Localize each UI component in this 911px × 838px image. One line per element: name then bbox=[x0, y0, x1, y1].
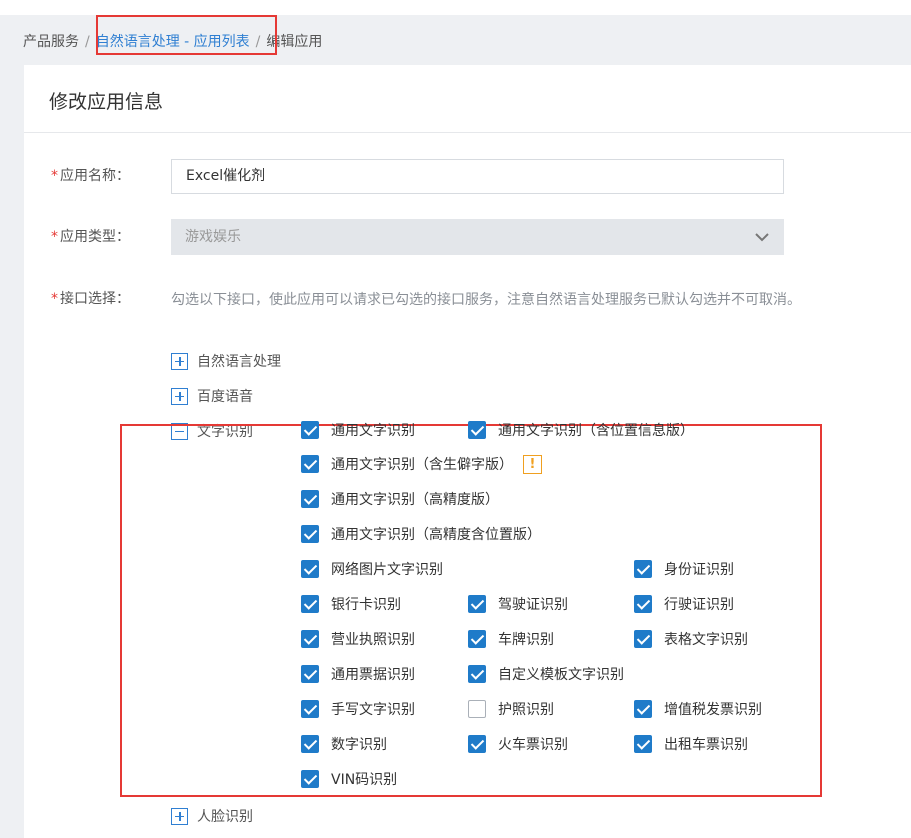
ocr-option[interactable]: VIN码识别 bbox=[301, 769, 397, 789]
group-speech-label: 百度语音 bbox=[197, 389, 253, 405]
group-nlp[interactable]: 自然语言处理 bbox=[171, 351, 281, 371]
ocr-option[interactable]: 手写文字识别 bbox=[301, 699, 415, 719]
ocr-option-label: 身份证识别 bbox=[664, 562, 734, 578]
checkbox-checked[interactable] bbox=[301, 630, 319, 648]
checkbox-checked[interactable] bbox=[301, 665, 319, 683]
ocr-option[interactable]: 营业执照识别 bbox=[301, 629, 415, 649]
ocr-option[interactable]: 数字识别 bbox=[301, 734, 387, 754]
app-name-input[interactable]: Excel催化剂 bbox=[171, 159, 784, 194]
expand-plus-icon[interactable] bbox=[171, 387, 188, 405]
expand-plus-icon[interactable] bbox=[171, 807, 188, 825]
ocr-option-label: VIN码识别 bbox=[331, 772, 398, 788]
warning-icon[interactable]: ! bbox=[523, 454, 542, 474]
ocr-option[interactable]: 车牌识别 bbox=[468, 629, 554, 649]
ocr-option-label: 通用文字识别 bbox=[331, 423, 415, 439]
checkbox-checked[interactable] bbox=[301, 595, 319, 613]
checkbox-checked[interactable] bbox=[301, 735, 319, 753]
ocr-option-label: 通用文字识别（含位置信息版） bbox=[498, 423, 694, 439]
ocr-option-label: 火车票识别 bbox=[498, 737, 568, 753]
expand-plus-icon[interactable] bbox=[171, 352, 188, 370]
chevron-down-icon bbox=[755, 233, 769, 242]
ocr-option[interactable]: 火车票识别 bbox=[468, 734, 568, 754]
card-header: 修改应用信息 bbox=[24, 65, 911, 133]
app-type-value: 游戏娱乐 bbox=[185, 229, 241, 245]
api-select-hint: 勾选以下接口，使此应用可以请求已勾选的接口服务，注意自然语言处理服务已默认勾选并… bbox=[171, 292, 801, 308]
ocr-option-label: 通用文字识别（含生僻字版） bbox=[331, 457, 513, 473]
group-speech[interactable]: 百度语音 bbox=[171, 386, 253, 406]
ocr-option[interactable]: 增值税发票识别 bbox=[634, 699, 762, 719]
api-select-label: * 接口选择： bbox=[51, 288, 130, 308]
ocr-option-label: 表格文字识别 bbox=[664, 632, 748, 648]
ocr-option-label: 手写文字识别 bbox=[331, 702, 415, 718]
checkbox-unchecked[interactable] bbox=[468, 700, 486, 718]
checkbox-checked[interactable] bbox=[301, 700, 319, 718]
checkbox-checked[interactable] bbox=[301, 455, 319, 473]
checkbox-checked[interactable] bbox=[634, 560, 652, 578]
checkbox-checked[interactable] bbox=[634, 630, 652, 648]
checkbox-checked[interactable] bbox=[468, 421, 486, 439]
ocr-option[interactable]: 表格文字识别 bbox=[634, 629, 748, 649]
ocr-option-label: 驾驶证识别 bbox=[498, 597, 568, 613]
group-nlp-label: 自然语言处理 bbox=[197, 354, 281, 370]
page-title: 修改应用信息 bbox=[49, 91, 164, 113]
required-mark: * bbox=[51, 168, 58, 184]
group-face[interactable]: 人脸识别 bbox=[171, 806, 253, 826]
ocr-option-label: 通用文字识别（高精度版） bbox=[331, 492, 499, 508]
ocr-option[interactable]: 银行卡识别 bbox=[301, 594, 401, 614]
group-face-label: 人脸识别 bbox=[197, 809, 253, 825]
ocr-option[interactable]: 通用文字识别（含位置信息版） bbox=[468, 420, 694, 440]
ocr-option-label: 出租车票识别 bbox=[664, 737, 748, 753]
ocr-option[interactable]: 行驶证识别 bbox=[634, 594, 734, 614]
checkbox-checked[interactable] bbox=[468, 630, 486, 648]
ocr-option-label: 网络图片文字识别 bbox=[331, 562, 443, 578]
breadcrumb-highlight-box bbox=[96, 15, 277, 55]
checkbox-checked[interactable] bbox=[301, 525, 319, 543]
breadcrumb-products[interactable]: 产品服务 bbox=[23, 34, 79, 50]
app-type-label-text: 应用类型： bbox=[60, 229, 130, 245]
ocr-option-label: 自定义模板文字识别 bbox=[498, 667, 624, 683]
api-select-label-text: 接口选择： bbox=[60, 291, 130, 307]
ocr-option-label: 通用文字识别（高精度含位置版） bbox=[331, 527, 541, 543]
ocr-option-label: 行驶证识别 bbox=[664, 597, 734, 613]
checkbox-checked[interactable] bbox=[634, 735, 652, 753]
ocr-option-label: 护照识别 bbox=[498, 702, 554, 718]
ocr-option[interactable]: 护照识别 bbox=[468, 699, 554, 719]
ocr-option[interactable]: 出租车票识别 bbox=[634, 734, 748, 754]
checkbox-checked[interactable] bbox=[468, 595, 486, 613]
checkbox-checked[interactable] bbox=[634, 595, 652, 613]
checkbox-checked[interactable] bbox=[301, 490, 319, 508]
breadcrumb-separator: / bbox=[85, 34, 90, 50]
ocr-option-label: 银行卡识别 bbox=[331, 597, 401, 613]
app-type-label: * 应用类型： bbox=[51, 226, 130, 246]
ocr-option-label: 营业执照识别 bbox=[331, 632, 415, 648]
ocr-option-label: 数字识别 bbox=[331, 737, 387, 753]
app-type-select[interactable]: 游戏娱乐 bbox=[171, 219, 784, 255]
checkbox-checked[interactable] bbox=[634, 700, 652, 718]
ocr-option[interactable]: 通用文字识别 bbox=[301, 420, 415, 440]
ocr-option[interactable]: 自定义模板文字识别 bbox=[468, 664, 624, 684]
checkbox-checked[interactable] bbox=[468, 665, 486, 683]
app-name-label: * 应用名称： bbox=[51, 165, 130, 185]
ocr-option-label: 通用票据识别 bbox=[331, 667, 415, 683]
ocr-option[interactable]: 网络图片文字识别 bbox=[301, 559, 443, 579]
ocr-option-label: 增值税发票识别 bbox=[664, 702, 762, 718]
app-name-label-text: 应用名称： bbox=[60, 168, 130, 184]
checkbox-checked[interactable] bbox=[301, 421, 319, 439]
ocr-option[interactable]: 通用文字识别（高精度含位置版） bbox=[301, 524, 541, 544]
top-bar bbox=[0, 0, 911, 15]
ocr-option[interactable]: 通用文字识别（含生僻字版）! bbox=[301, 454, 542, 474]
ocr-option[interactable]: 驾驶证识别 bbox=[468, 594, 568, 614]
checkbox-checked[interactable] bbox=[468, 735, 486, 753]
required-mark: * bbox=[51, 229, 58, 245]
checkbox-checked[interactable] bbox=[301, 560, 319, 578]
required-mark: * bbox=[51, 291, 58, 307]
ocr-option-label: 车牌识别 bbox=[498, 632, 554, 648]
ocr-option[interactable]: 通用文字识别（高精度版） bbox=[301, 489, 499, 509]
ocr-option[interactable]: 通用票据识别 bbox=[301, 664, 415, 684]
ocr-option[interactable]: 身份证识别 bbox=[634, 559, 734, 579]
checkbox-checked[interactable] bbox=[301, 770, 319, 788]
